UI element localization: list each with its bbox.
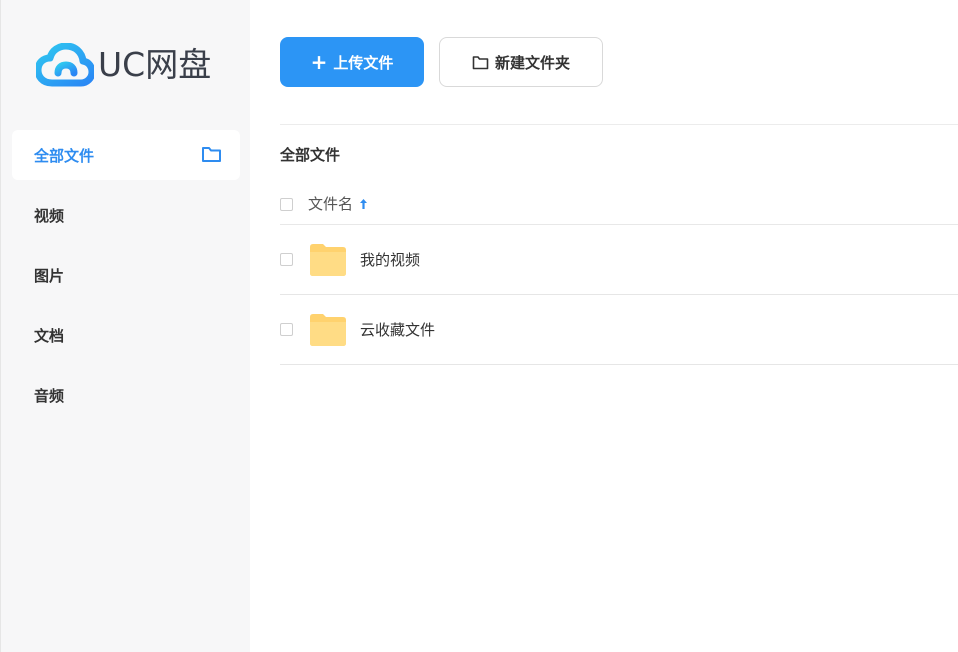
sidebar-item-label: 视频 [34,206,65,225]
row-checkbox[interactable] [280,323,293,336]
plus-icon: + [310,50,328,74]
file-name[interactable]: 云收藏文件 [360,319,435,340]
new-folder-label: 新建文件夹 [494,53,570,72]
column-header-filename[interactable]: 文件名 [308,190,353,218]
sidebar-item-images[interactable]: 图片 [12,250,240,300]
file-list-header: 文件名 [280,190,958,225]
folder-icon [310,313,346,346]
sidebar-item-label: 音频 [34,386,65,405]
sidebar-item-videos[interactable]: 视频 [12,190,240,240]
main-content: + 上传文件 新建文件夹 全部文件 文件名 我的视频 云收藏文件 [250,0,958,652]
logo-text: UC网盘 [98,45,212,84]
brand-logo[interactable]: UC网盘 [36,40,211,90]
breadcrumb[interactable]: 全部文件 [280,143,340,167]
row-checkbox[interactable] [280,253,293,266]
folder-icon [310,243,346,276]
arrow-up-icon[interactable] [359,198,368,210]
file-name[interactable]: 我的视频 [360,249,420,270]
sidebar-item-all-files[interactable]: 全部文件 [12,130,240,180]
sidebar-item-audio[interactable]: 音频 [12,370,240,420]
upload-file-button[interactable]: + 上传文件 [280,37,424,87]
sidebar-item-label: 文档 [34,326,65,345]
select-all-checkbox[interactable] [280,198,293,211]
uc-drive-app: UC网盘 全部文件 视频 图片 文档 音频 + 上传文件 新建文件夹 全部文件 … [0,0,958,652]
toolbar-divider [280,124,958,125]
sidebar: UC网盘 全部文件 视频 图片 文档 音频 [1,0,250,652]
sidebar-item-label: 图片 [34,266,65,285]
cloud-logo-icon [36,43,94,87]
upload-file-label: 上传文件 [333,53,394,72]
new-folder-button[interactable]: 新建文件夹 [439,37,603,87]
file-row[interactable]: 我的视频 [280,225,958,295]
sidebar-item-label: 全部文件 [34,146,95,165]
sidebar-item-documents[interactable]: 文档 [12,310,240,360]
folder-outline-icon [472,55,489,69]
folder-icon [202,147,221,162]
file-row[interactable]: 云收藏文件 [280,295,958,365]
sidebar-nav: 全部文件 视频 图片 文档 音频 [12,130,240,430]
